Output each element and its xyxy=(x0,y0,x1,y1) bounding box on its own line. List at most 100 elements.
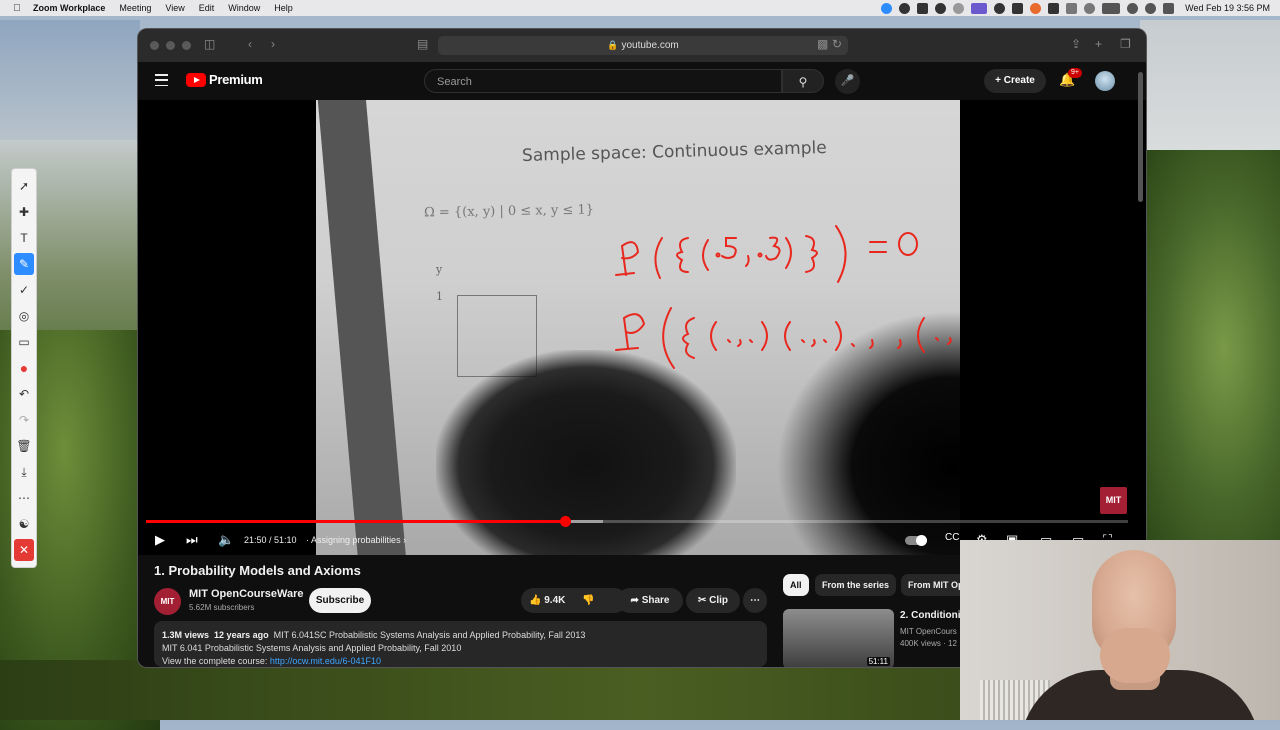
youtube-logo[interactable]: Premium xyxy=(186,72,263,87)
menu-app-name[interactable]: Zoom Workplace xyxy=(33,3,105,13)
play-button-icon[interactable]: ▶ xyxy=(155,532,165,548)
menu-edit[interactable]: Edit xyxy=(199,3,215,13)
thumbs-down-icon: 👎 xyxy=(582,595,595,606)
font-icon[interactable] xyxy=(1048,2,1060,14)
trash-icon[interactable]: 🗑 xyxy=(14,435,34,457)
screen-share-icon[interactable] xyxy=(971,2,988,14)
close-annotation-icon[interactable]: ✕ xyxy=(14,539,34,561)
description-box[interactable]: 1.3M views 12 years ago MIT 6.041SC Prob… xyxy=(154,621,767,667)
next-video-icon[interactable]: ⏭ xyxy=(186,532,198,548)
menubar-clock[interactable]: Wed Feb 19 3:56 PM xyxy=(1185,3,1270,13)
webcam-person-hand xyxy=(1100,628,1170,683)
video-player[interactable]: Sample space: Continuous example Ω = {(x… xyxy=(138,100,1146,555)
ink-brace-close-1 xyxy=(805,235,818,273)
menu-icon[interactable] xyxy=(155,74,168,86)
autoplay-toggle[interactable] xyxy=(905,535,927,546)
sidebar-toggle-icon[interactable]: ◫ xyxy=(204,37,215,51)
channel-avatar[interactable]: MIT xyxy=(154,588,181,615)
volume-icon[interactable]: 🔈 xyxy=(218,532,234,548)
share-label: Share xyxy=(641,595,670,606)
progress-bar[interactable] xyxy=(146,516,1128,527)
search-button[interactable]: ⚲ xyxy=(782,69,824,93)
zoom-tray-icon[interactable] xyxy=(881,2,893,14)
zoom-window-button[interactable] xyxy=(182,41,191,50)
more-actions-icon[interactable]: ⋯ xyxy=(743,588,767,613)
shield-icon[interactable] xyxy=(1012,2,1024,14)
menubar-tray: Wed Feb 19 3:56 PM xyxy=(881,0,1270,16)
back-icon[interactable]: ‹ xyxy=(248,37,252,51)
ink-equals-1 xyxy=(869,241,887,253)
lock-icon: 🔒 xyxy=(607,40,619,50)
tabs-icon[interactable]: ❐ xyxy=(1120,37,1131,51)
forward-icon[interactable]: › xyxy=(271,37,275,51)
select-arrow-icon[interactable]: ➚ xyxy=(14,175,34,197)
menu-meeting[interactable]: Meeting xyxy=(119,3,151,13)
video-frame[interactable]: Sample space: Continuous example Ω = {(x… xyxy=(316,100,960,555)
undo-icon[interactable]: ↶ xyxy=(14,383,34,405)
openai-icon[interactable] xyxy=(994,2,1006,14)
stamp-check-icon[interactable]: ✓ xyxy=(14,279,34,301)
apple-icon[interactable]:  xyxy=(8,3,26,14)
tray-circle-icon[interactable] xyxy=(953,2,965,14)
clip-button[interactable]: ✂ Clip xyxy=(686,588,740,613)
avatar[interactable] xyxy=(1095,71,1115,91)
clip-label: Clip xyxy=(709,595,729,606)
pen-icon[interactable]: ✎ xyxy=(14,253,34,275)
more-icon[interactable]: ⋯ xyxy=(14,487,34,509)
notification-badge: 9+ xyxy=(1068,68,1082,78)
tray-orange-icon[interactable] xyxy=(1030,2,1042,14)
menu-window[interactable]: Window xyxy=(228,3,260,13)
minimize-window-button[interactable] xyxy=(166,41,175,50)
ink-paren-close-1 xyxy=(785,237,792,269)
display-icon[interactable] xyxy=(1066,2,1078,14)
course-link[interactable]: http://ocw.mit.edu/6-041F10 xyxy=(270,656,381,666)
like-button[interactable]: 👍 9.4K xyxy=(529,595,565,606)
related-video-thumbnail[interactable]: 51:11 xyxy=(783,609,894,667)
share-page-icon[interactable]: ⇪ xyxy=(1071,37,1081,51)
redo-icon[interactable]: ↷ xyxy=(14,409,34,431)
tray-app-icon[interactable] xyxy=(935,2,947,14)
chapter-title[interactable]: · Assigning probabilities › xyxy=(306,535,406,545)
battery-icon[interactable] xyxy=(1102,2,1121,14)
thumbs-up-icon: 👍 xyxy=(529,595,542,606)
annotation-toolbar: ➚ ✚ T ✎ ✓ ◎ ▭ ● ↶ ↷ 🗑 ⤓ ⋯ ☯ ✕ xyxy=(11,168,37,568)
play-icon[interactable] xyxy=(1084,2,1096,14)
spotlight-icon[interactable] xyxy=(1145,2,1157,14)
search-input[interactable]: Search xyxy=(424,69,782,93)
channel-name[interactable]: MIT OpenCourseWare xyxy=(189,588,304,600)
save-icon[interactable]: ⤓ xyxy=(14,461,34,483)
reload-icon[interactable]: ↻ xyxy=(832,37,842,51)
translate-icon[interactable]: ▩ xyxy=(817,37,828,51)
menu-view[interactable]: View xyxy=(165,3,184,13)
chip-from-series[interactable]: From the series xyxy=(815,574,897,596)
new-tab-icon[interactable]: + xyxy=(1095,37,1102,51)
mit-watermark[interactable]: MIT xyxy=(1100,487,1127,514)
close-window-button[interactable] xyxy=(150,41,159,50)
wifi-icon[interactable] xyxy=(1127,2,1139,14)
eraser-icon[interactable]: ▭ xyxy=(14,331,34,353)
spotlight-tool-icon[interactable]: ◎ xyxy=(14,305,34,327)
tab-overview-icon[interactable]: ▤ xyxy=(417,37,428,51)
share-icon: ➦ xyxy=(630,595,639,606)
text-tool-icon[interactable]: T xyxy=(14,227,34,249)
user-icon[interactable]: ☯ xyxy=(14,513,34,535)
dislike-button[interactable]: 👎 xyxy=(582,595,594,606)
color-picker-icon[interactable]: ● xyxy=(14,357,34,379)
create-button[interactable]: + Create xyxy=(984,69,1046,93)
control-center-icon[interactable] xyxy=(1163,2,1175,14)
menu-help[interactable]: Help xyxy=(274,3,293,13)
page-scrollbar[interactable] xyxy=(1138,72,1143,202)
address-bar[interactable]: 🔒 youtube.com xyxy=(438,36,848,55)
related-video-duration: 51:11 xyxy=(866,657,890,666)
subscribe-button[interactable]: Subscribe xyxy=(309,588,371,613)
notion-icon[interactable] xyxy=(917,2,929,14)
ink-zero-1 xyxy=(898,232,918,256)
share-button[interactable]: ➦ Share xyxy=(617,588,683,613)
webcam-video[interactable] xyxy=(960,540,1280,720)
ink-group-1 xyxy=(710,321,768,351)
github-icon[interactable] xyxy=(899,2,911,14)
captions-icon[interactable]: CC xyxy=(945,532,959,543)
move-icon[interactable]: ✚ xyxy=(14,201,34,223)
chip-all[interactable]: All xyxy=(783,574,809,596)
voice-search-button[interactable]: 🎤 xyxy=(835,69,860,94)
